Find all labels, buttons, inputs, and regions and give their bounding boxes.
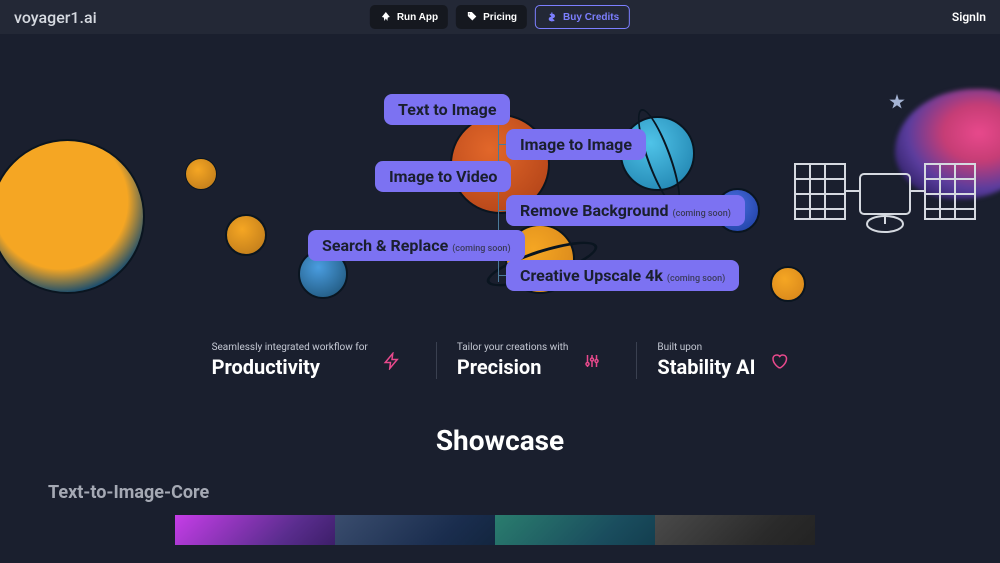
planet-decoration [225, 214, 267, 256]
sun-decoration [0, 139, 145, 294]
gallery-image[interactable] [655, 515, 815, 545]
coming-soon-label: (coming soon) [667, 274, 725, 284]
tag-label: Creative Upscale 4k [520, 266, 663, 285]
tag-image-to-video[interactable]: Image to Video [375, 161, 511, 192]
tag-label: Remove Background [520, 201, 669, 220]
gallery-image[interactable] [175, 515, 335, 545]
satellite-decoration [785, 124, 985, 264]
buy-credits-button[interactable]: Buy Credits [535, 5, 630, 29]
dollar-icon [546, 11, 558, 23]
planet-decoration [185, 158, 217, 190]
pricing-button[interactable]: Pricing [456, 5, 527, 29]
features-row: Seamlessly integrated workflow for Produ… [0, 342, 1000, 379]
coming-soon-label: (coming soon) [673, 209, 731, 219]
showcase-subheading: Text-to-Image-Core [48, 482, 1000, 503]
feature-title: Stability AI [657, 355, 755, 379]
feature-title: Productivity [212, 355, 368, 379]
lightning-icon [383, 352, 401, 370]
pricing-label: Pricing [483, 12, 517, 23]
nav-center: Run App Pricing Buy Credits [370, 5, 630, 29]
feature-subtitle: Built upon [657, 342, 755, 353]
signin-link[interactable]: SignIn [952, 10, 986, 24]
tag-creative-upscale[interactable]: Creative Upscale 4k (coming soon) [506, 260, 739, 291]
feature-subtitle: Tailor your creations with [457, 342, 569, 353]
gallery-image[interactable] [335, 515, 495, 545]
tag-image-to-image[interactable]: Image to Image [506, 129, 646, 160]
brand-logo[interactable]: voyager1.ai [14, 8, 97, 27]
sliders-icon [583, 352, 601, 370]
planet-decoration [770, 266, 806, 302]
feature-productivity: Seamlessly integrated workflow for Produ… [192, 342, 421, 379]
run-app-label: Run App [397, 12, 438, 23]
coming-soon-label: (coming soon) [452, 244, 510, 254]
tag-label: Search & Replace [322, 236, 448, 255]
tag-text-to-image[interactable]: Text to Image [384, 94, 510, 125]
hero-section: Text to Image Image to Image Image to Vi… [0, 34, 1000, 314]
tag-icon [466, 11, 478, 23]
showcase-heading: Showcase [0, 424, 1000, 457]
feature-title: Precision [457, 355, 569, 379]
tag-search-replace[interactable]: Search & Replace (coming soon) [308, 230, 525, 261]
feature-precision: Tailor your creations with Precision [436, 342, 622, 379]
rocket-icon [380, 11, 392, 23]
run-app-button[interactable]: Run App [370, 5, 448, 29]
star-decoration [889, 94, 905, 110]
heart-icon [770, 352, 788, 370]
feature-stability: Built upon Stability AI [636, 342, 808, 379]
navbar: voyager1.ai Run App Pricing Buy Credits … [0, 0, 1000, 34]
tag-remove-background[interactable]: Remove Background (coming soon) [506, 195, 745, 226]
feature-subtitle: Seamlessly integrated workflow for [212, 342, 368, 353]
buy-credits-label: Buy Credits [563, 12, 619, 23]
gallery-image[interactable] [495, 515, 655, 545]
gallery [175, 515, 1000, 545]
